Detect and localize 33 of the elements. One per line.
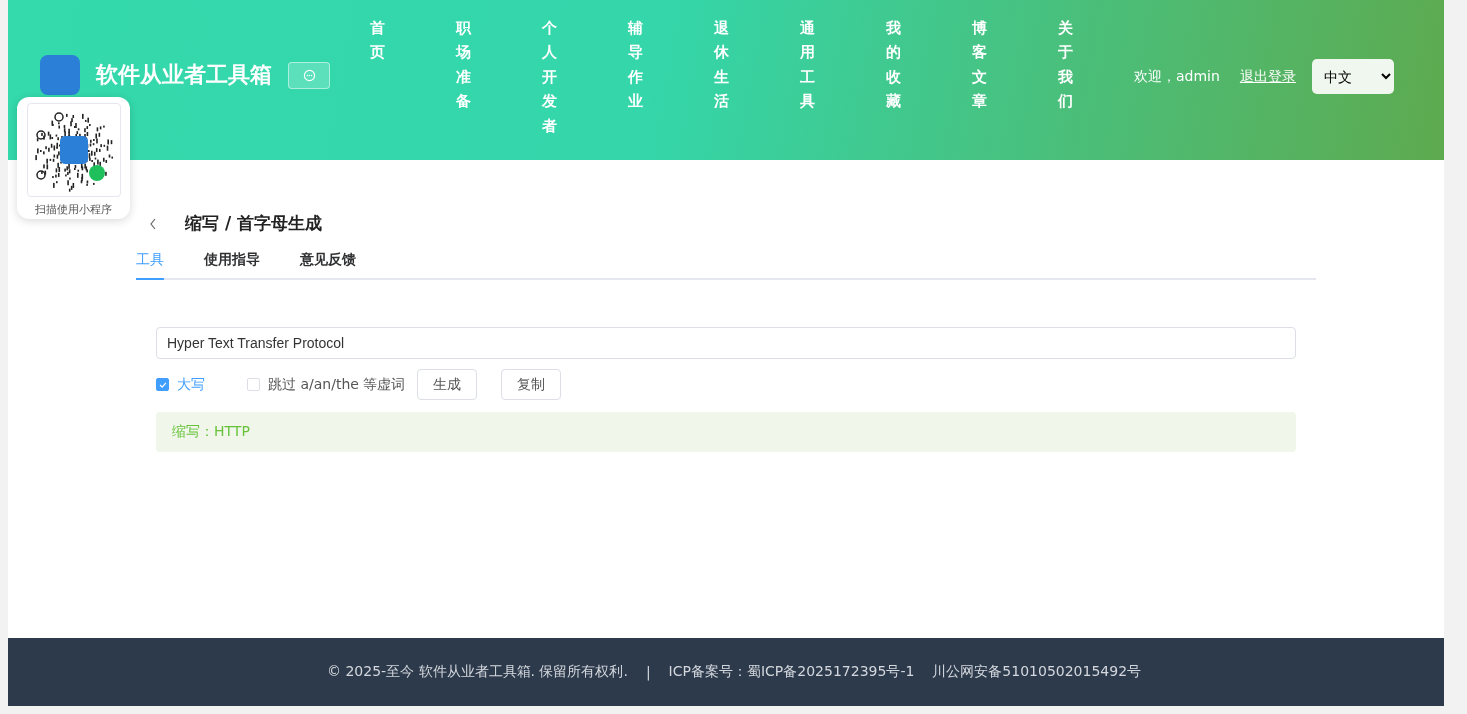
app-logo-icon <box>40 55 80 95</box>
nav-link[interactable]: 退休生活 <box>714 16 729 139</box>
nav-link[interactable]: 个人开发者 <box>542 16 557 139</box>
action-button[interactable]: 复制 <box>501 369 562 400</box>
nav-link[interactable]: 我的收藏 <box>886 16 901 139</box>
nav-link[interactable]: 通用工具 <box>800 16 815 139</box>
back-icon[interactable] <box>148 216 158 231</box>
police-record-link[interactable]: 川公网安备51010502015492号 <box>932 663 1142 681</box>
action-button[interactable]: 生成 <box>417 369 478 400</box>
nav-link[interactable]: 博客文章 <box>972 16 987 139</box>
nav-link[interactable]: 辅导作业 <box>628 16 643 139</box>
icp-link[interactable]: ICP备案号：蜀ICP备2025172395号-1 <box>668 663 915 681</box>
tab[interactable]: 使用指导 <box>204 251 260 280</box>
chat-button[interactable] <box>288 61 330 89</box>
tab[interactable]: 意见反馈 <box>300 251 356 280</box>
qr-caption: 扫描使用小程序 <box>35 202 112 217</box>
logout-link[interactable]: 退出登录 <box>1239 67 1296 86</box>
separator-text: | <box>645 664 651 680</box>
welcome-text: 欢迎，admin <box>1134 67 1220 86</box>
tab[interactable]: 工具 <box>136 251 164 280</box>
site-title: 软件从业者工具箱 <box>96 61 272 89</box>
chat-bubble-icon <box>302 68 316 82</box>
text-input-field[interactable]: Hyper Text Transfer Protocol <box>156 327 1296 359</box>
page-title: 缩写 / 首字母生成 <box>185 212 323 235</box>
nav-link[interactable]: 首页 <box>370 16 385 139</box>
checkbox[interactable] <box>156 378 169 391</box>
language-select[interactable]: 中文 <box>1311 59 1394 94</box>
checkbox-label: 跳过 a/an/the 等虚词 <box>268 375 406 394</box>
nav-link[interactable]: 职场准备 <box>456 16 471 139</box>
checkbox-label: 大写 <box>177 375 205 394</box>
nav-link[interactable]: 关于我们 <box>1058 16 1073 139</box>
copyright-text: © 2025-至今 软件从业者工具箱. 保留所有权利. <box>326 663 628 681</box>
result-panel: 缩写：HTTP <box>156 412 1296 452</box>
